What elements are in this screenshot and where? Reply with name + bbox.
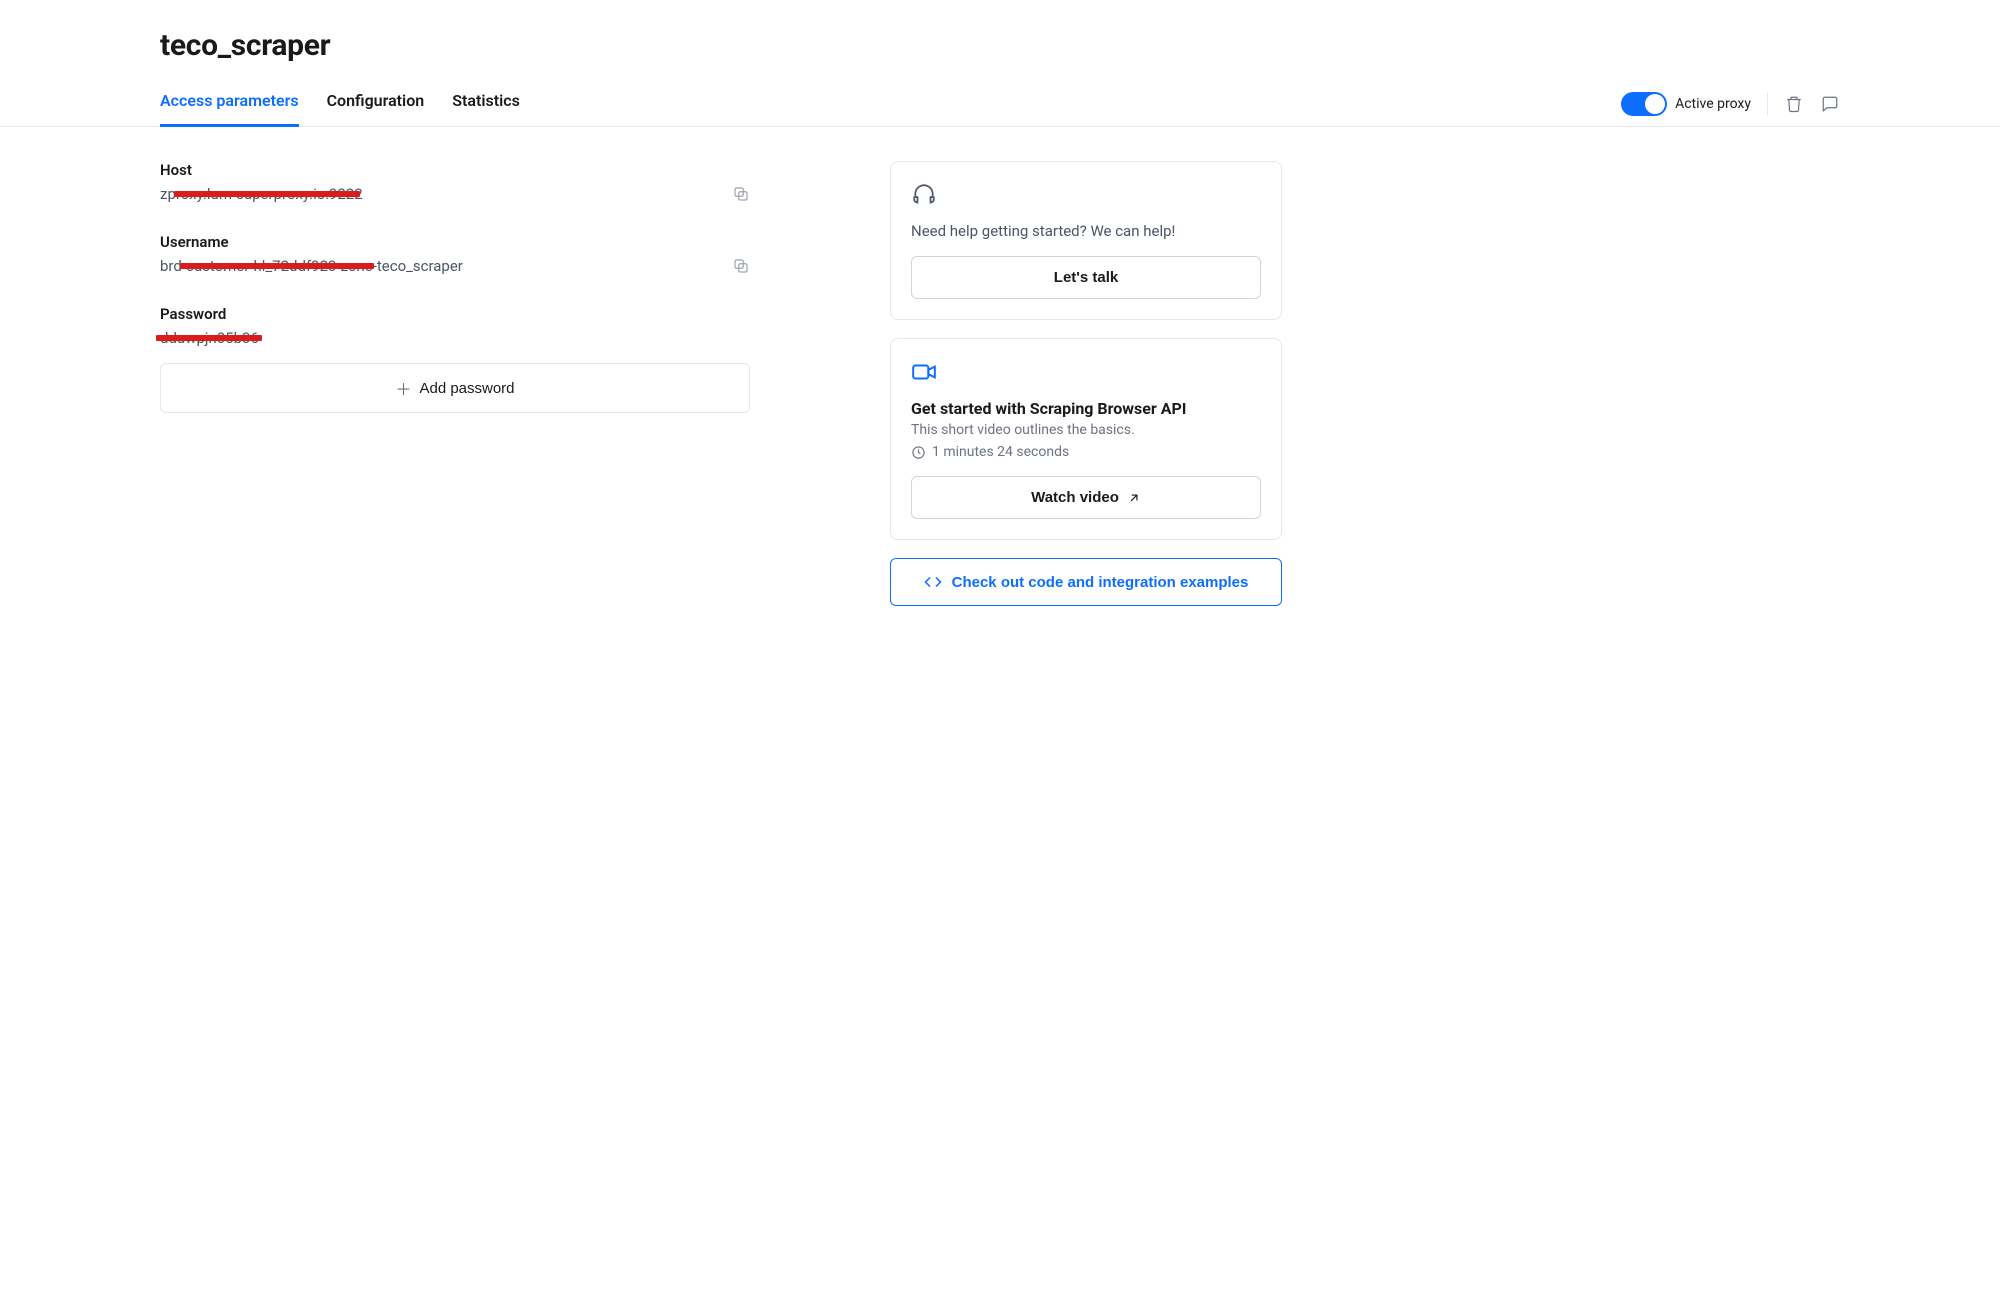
headset-icon	[911, 182, 1261, 208]
active-proxy-toggle[interactable]: Active proxy	[1621, 92, 1751, 116]
clock-icon	[911, 445, 926, 460]
toggle-label: Active proxy	[1675, 96, 1751, 112]
redaction-mark	[180, 263, 280, 269]
plus-icon: ＋	[395, 376, 411, 400]
video-card-duration: 1 minutes 24 seconds	[911, 444, 1261, 460]
watch-video-button[interactable]: Watch video	[911, 476, 1261, 519]
add-password-button[interactable]: ＋ Add password	[160, 363, 750, 413]
code-icon	[924, 573, 942, 591]
video-card-subtitle: This short video outlines the basics.	[911, 422, 1261, 438]
divider	[1767, 93, 1768, 115]
tab-configuration[interactable]: Configuration	[327, 91, 425, 127]
external-link-icon	[1127, 491, 1141, 505]
trash-icon	[1785, 95, 1803, 113]
password-value: dduwpjn05b36	[160, 329, 259, 347]
copy-username-button[interactable]	[732, 257, 750, 275]
video-card-title: Get started with Scraping Browser API	[911, 399, 1261, 418]
host-value: zproxy.lum-superproxy.io:9222	[160, 185, 363, 203]
tabs: Access parameters Configuration Statisti…	[160, 91, 520, 126]
tab-access-parameters[interactable]: Access parameters	[160, 91, 299, 127]
copy-host-button[interactable]	[732, 185, 750, 203]
username-field: Username brd-customer-hl_72ddf923-zone-t…	[160, 233, 750, 275]
host-label: Host	[160, 161, 750, 179]
delete-button[interactable]	[1784, 94, 1804, 114]
redaction-mark	[174, 191, 360, 197]
code-examples-button[interactable]: Check out code and integration examples	[890, 558, 1282, 606]
comment-icon	[1821, 95, 1839, 113]
username-label: Username	[160, 233, 750, 251]
redaction-mark	[280, 263, 374, 269]
video-icon	[911, 359, 1261, 385]
redaction-mark	[156, 335, 262, 341]
add-password-label: Add password	[419, 380, 514, 397]
tab-statistics[interactable]: Statistics	[452, 91, 520, 127]
password-field: Password dduwpjn05b36 ＋ Add password	[160, 305, 750, 413]
video-card: Get started with Scraping Browser API Th…	[890, 338, 1282, 540]
copy-icon	[732, 257, 750, 275]
comment-button[interactable]	[1820, 94, 1840, 114]
username-value: brd-customer-hl_72ddf923-zone-teco_scrap…	[160, 257, 463, 275]
help-card: Need help getting started? We can help! …	[890, 161, 1282, 320]
copy-icon	[732, 185, 750, 203]
help-card-text: Need help getting started? We can help!	[911, 222, 1261, 240]
password-label: Password	[160, 305, 750, 323]
lets-talk-button[interactable]: Let's talk	[911, 256, 1261, 299]
page-title: teco_scraper	[160, 28, 1840, 63]
host-field: Host zproxy.lum-superproxy.io:9222	[160, 161, 750, 203]
